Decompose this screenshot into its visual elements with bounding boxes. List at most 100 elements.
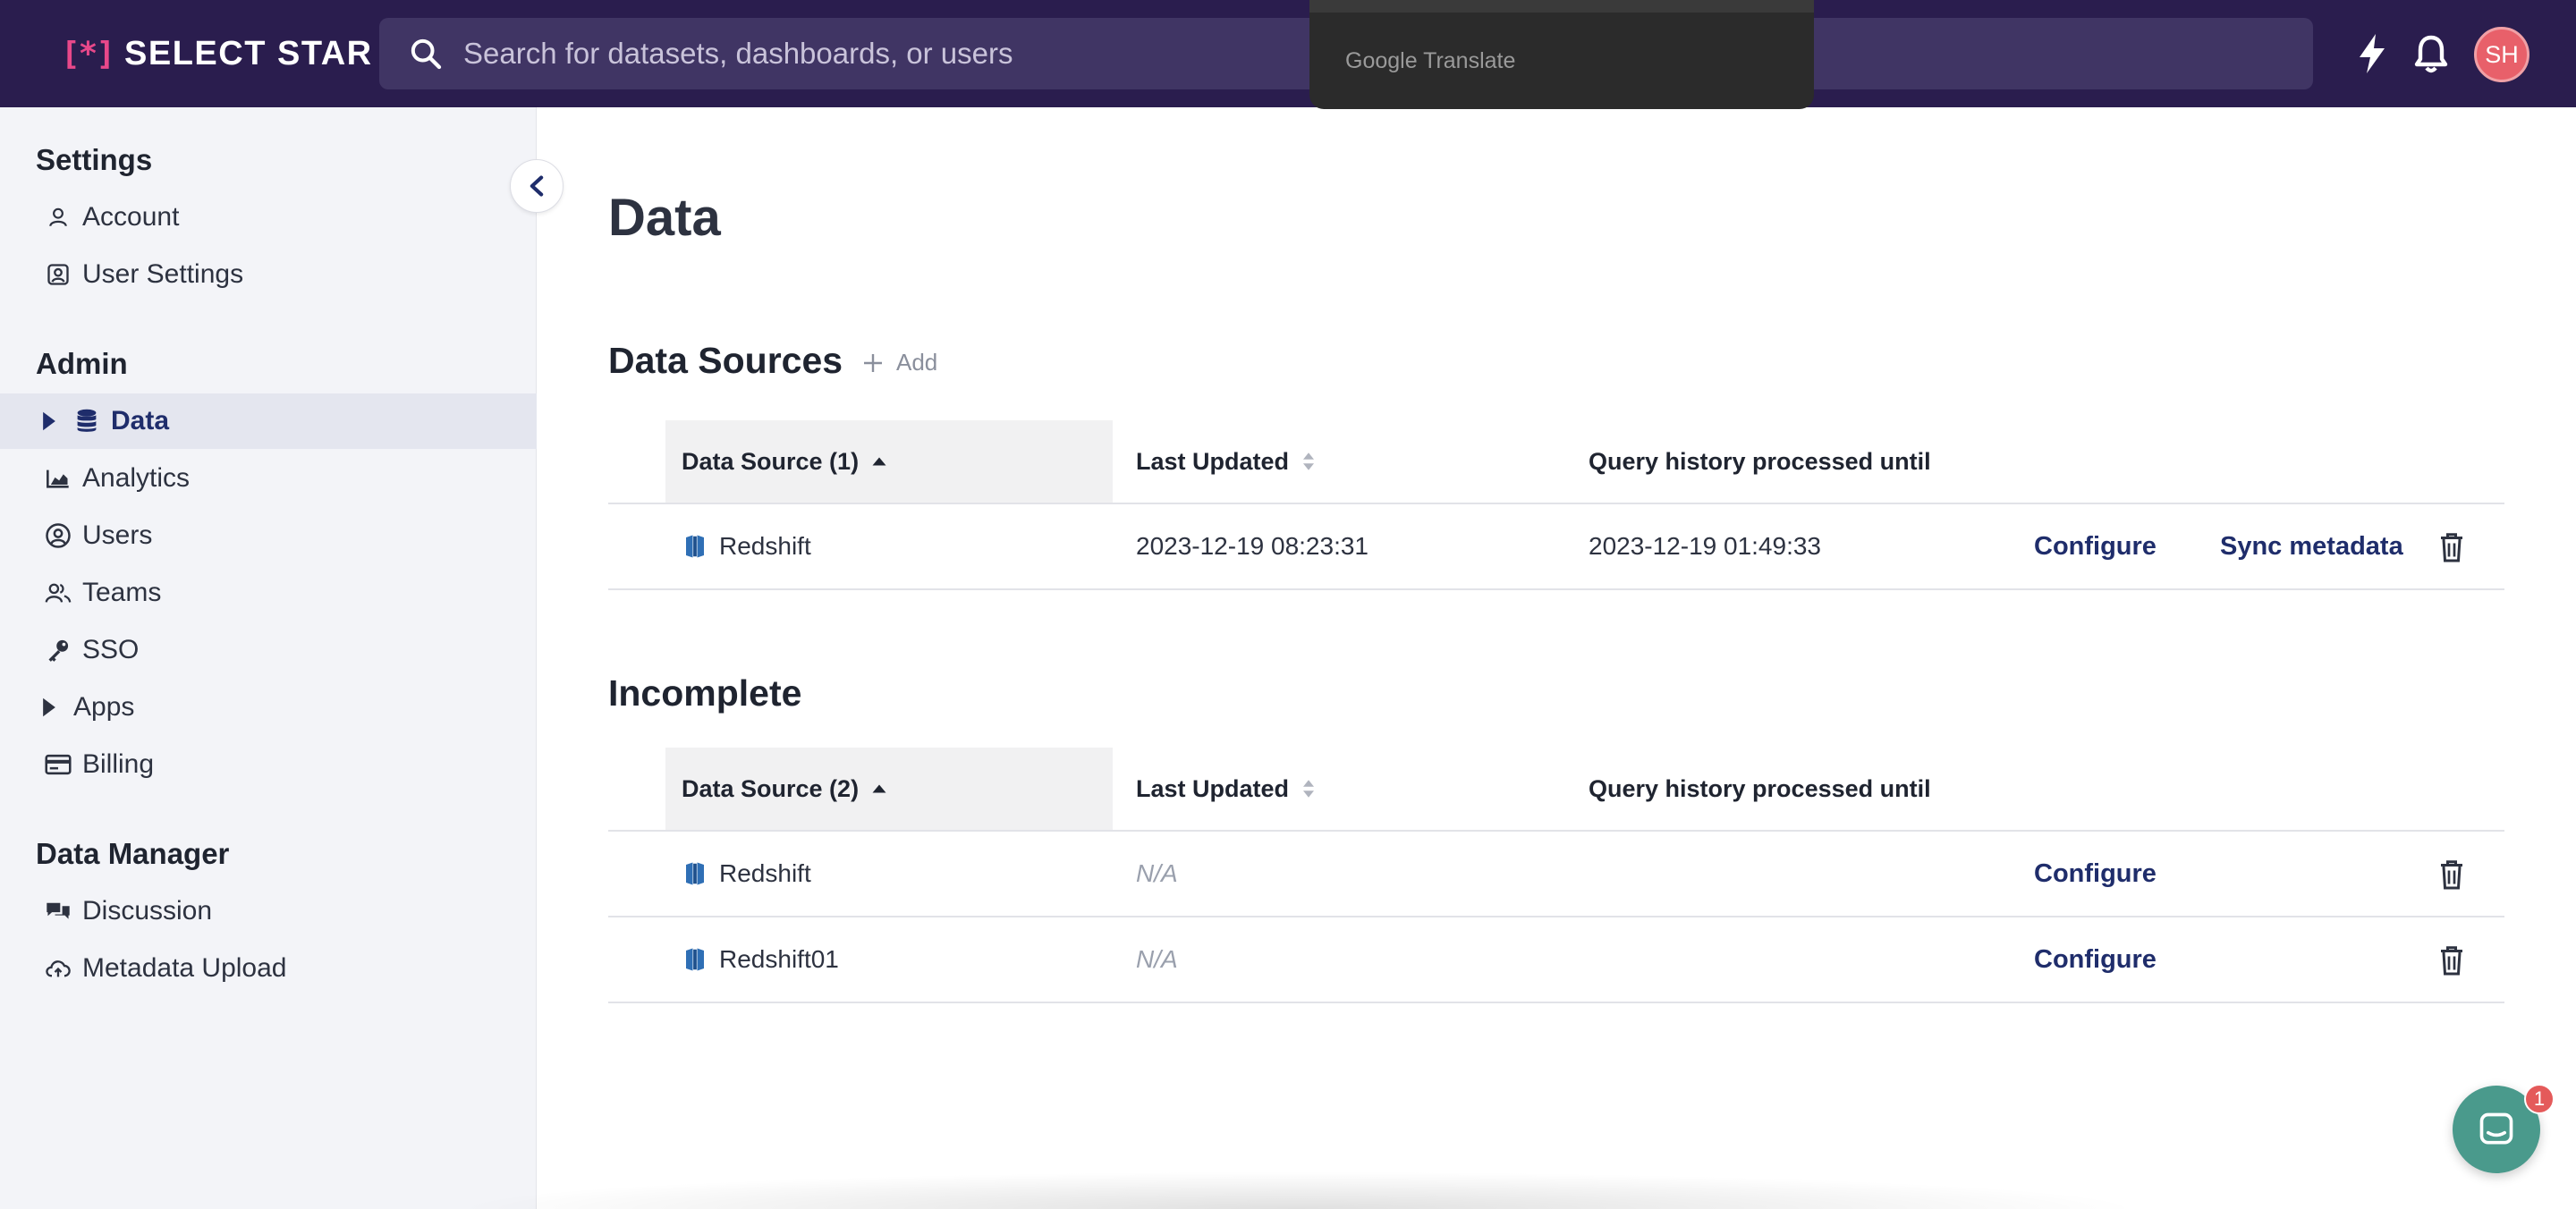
chat-unread-badge: 1 xyxy=(2524,1084,2555,1114)
search-icon xyxy=(411,38,442,70)
user-card-icon xyxy=(45,261,72,288)
redshift-icon xyxy=(686,862,704,885)
person-icon xyxy=(45,204,72,231)
redshift-icon xyxy=(686,535,704,558)
trash-icon[interactable] xyxy=(2438,858,2465,891)
logo-text: SELECT STAR xyxy=(124,34,373,72)
column-header-data-source[interactable]: Data Source (2) xyxy=(682,748,887,830)
settings-sidebar: Settings Account User Settings Admin Dat… xyxy=(0,107,537,1209)
column-label: Query history processed until xyxy=(1589,774,1931,802)
redshift-icon xyxy=(686,948,704,971)
add-data-source-button[interactable]: Add xyxy=(862,349,937,376)
sidebar-item-label: Billing xyxy=(82,749,155,779)
data-source-cell[interactable]: Redshift xyxy=(683,504,811,588)
sidebar-item-data[interactable]: Data xyxy=(0,393,537,449)
top-bar: [*] SELECT STAR Google Translate SH xyxy=(0,0,2576,109)
cloud-upload-icon xyxy=(45,955,72,982)
google-translate-popup[interactable]: Google Translate xyxy=(1309,0,1814,109)
plus-icon xyxy=(864,353,882,372)
credit-card-icon xyxy=(45,751,72,778)
data-source-name: Redshift xyxy=(719,859,811,887)
sidebar-item-label: Discussion xyxy=(82,896,213,926)
sidebar-item-label: Teams xyxy=(82,578,162,607)
data-manager-heading: Data Manager xyxy=(36,837,230,870)
column-header-last-updated[interactable]: Last Updated xyxy=(1136,420,1316,503)
configure-link[interactable]: Configure xyxy=(2034,504,2157,588)
data-source-cell[interactable]: Redshift xyxy=(683,832,811,916)
sidebar-item-billing[interactable]: Billing xyxy=(0,737,537,792)
configure-link[interactable]: Configure xyxy=(2034,832,2157,916)
column-label: Data Source (2) xyxy=(682,774,860,802)
data-source-cell[interactable]: Redshift01 xyxy=(683,917,839,1002)
query-history-cell: 2023-12-19 01:49:33 xyxy=(1589,532,1821,560)
notification-bell-icon[interactable] xyxy=(2411,32,2451,75)
table-row: Redshift 2023-12-19 08:23:31 2023-12-19 … xyxy=(608,504,2504,590)
user-avatar[interactable]: SH xyxy=(2474,27,2529,82)
add-label: Add xyxy=(896,349,938,376)
settings-heading: Settings xyxy=(36,143,153,176)
sync-metadata-link[interactable]: Sync metadata xyxy=(2220,504,2403,588)
chat-icon xyxy=(2479,1112,2513,1145)
sidebar-item-label: Data xyxy=(111,406,170,435)
admin-heading: Admin xyxy=(36,347,128,380)
data-source-name: Redshift xyxy=(719,532,811,560)
table-row: Redshift N/A Configure xyxy=(608,832,2504,917)
column-header-data-source[interactable]: Data Source (1) xyxy=(682,420,887,503)
caret-right-icon[interactable] xyxy=(41,697,57,718)
sort-icon xyxy=(1303,780,1315,798)
sidebar-item-label: Users xyxy=(82,520,153,550)
user-circle-icon xyxy=(45,522,72,549)
database-icon xyxy=(73,408,100,435)
column-label: Query history processed until xyxy=(1589,447,1931,475)
lightning-bolt-icon[interactable] xyxy=(2354,32,2390,75)
select-star-logo[interactable]: [*] SELECT STAR xyxy=(61,34,373,73)
sidebar-item-label: Apps xyxy=(73,692,135,722)
sort-ascending-icon xyxy=(872,784,886,793)
last-updated-cell: 2023-12-19 08:23:31 xyxy=(1136,532,1368,560)
sidebar-item-label: Account xyxy=(82,202,180,232)
chat-bubbles-icon xyxy=(45,898,72,925)
sidebar-item-discussion[interactable]: Discussion xyxy=(0,884,537,939)
column-label: Last Updated xyxy=(1136,774,1290,802)
sort-icon xyxy=(1303,452,1315,470)
sort-ascending-icon xyxy=(872,457,886,466)
incomplete-table: Data Source (2) Last Updated Query histo… xyxy=(608,748,2504,1003)
data-source-name: Redshift01 xyxy=(719,945,839,973)
column-header-query-history: Query history processed until xyxy=(1589,420,1931,503)
bottom-shadow xyxy=(447,1171,2147,1209)
key-icon xyxy=(45,637,72,664)
caret-right-icon[interactable] xyxy=(41,410,57,432)
sidebar-item-account[interactable]: Account xyxy=(0,190,537,245)
main-content: Data Data Sources Add Data Source (1) La… xyxy=(537,107,2576,1209)
trash-icon[interactable] xyxy=(2438,944,2465,976)
data-sources-heading: Data Sources xyxy=(608,340,843,381)
table-header: Data Source (2) Last Updated Query histo… xyxy=(608,748,2504,832)
sidebar-item-label: User Settings xyxy=(82,259,244,289)
sidebar-item-label: Analytics xyxy=(82,463,191,493)
sidebar-item-metadata-upload[interactable]: Metadata Upload xyxy=(0,941,537,996)
trash-icon[interactable] xyxy=(2438,531,2465,563)
column-header-query-history: Query history processed until xyxy=(1589,748,1931,830)
chart-icon xyxy=(45,465,72,492)
column-label: Data Source (1) xyxy=(682,447,860,475)
configure-link[interactable]: Configure xyxy=(2034,917,2157,1002)
last-updated-cell: N/A xyxy=(1136,859,1178,887)
table-header: Data Source (1) Last Updated Query histo… xyxy=(608,420,2504,504)
sidebar-item-apps[interactable]: Apps xyxy=(0,680,537,735)
sidebar-item-analytics[interactable]: Analytics xyxy=(0,451,537,506)
sidebar-item-users[interactable]: Users xyxy=(0,508,537,563)
page-title: Data xyxy=(608,189,721,247)
incomplete-heading: Incomplete xyxy=(608,672,802,714)
sidebar-item-user-settings[interactable]: User Settings xyxy=(0,247,537,302)
sidebar-item-label: SSO xyxy=(82,635,140,664)
last-updated-cell: N/A xyxy=(1136,945,1178,973)
sidebar-item-label: Metadata Upload xyxy=(82,953,287,983)
google-translate-label: Google Translate xyxy=(1345,48,1516,73)
sidebar-item-teams[interactable]: Teams xyxy=(0,565,537,621)
logo-mark: [*] xyxy=(61,35,115,72)
sidebar-item-sso[interactable]: SSO xyxy=(0,622,537,678)
column-header-last-updated[interactable]: Last Updated xyxy=(1136,748,1316,830)
data-sources-table: Data Source (1) Last Updated Query histo… xyxy=(608,420,2504,590)
column-label: Last Updated xyxy=(1136,447,1290,475)
team-icon xyxy=(45,579,72,606)
